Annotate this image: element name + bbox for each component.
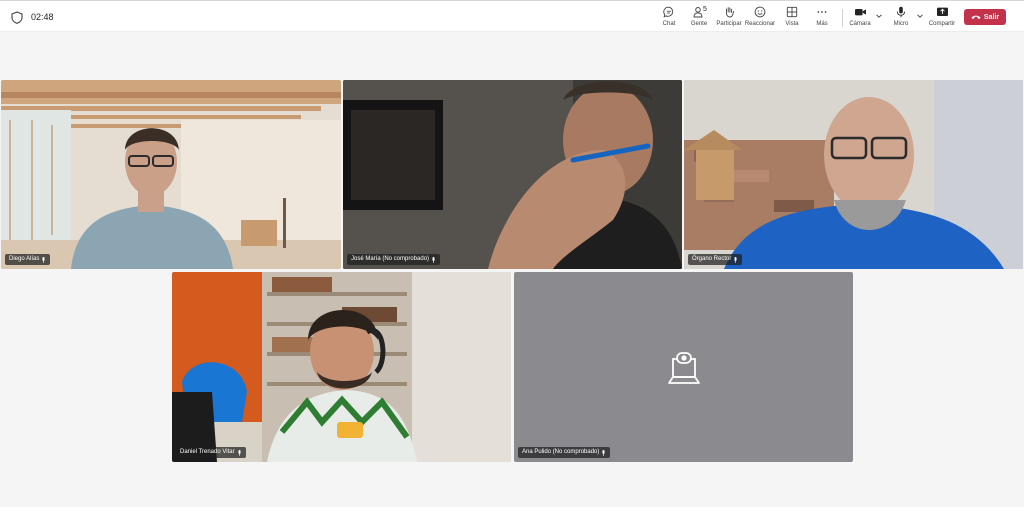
view-label: Vista bbox=[785, 21, 799, 27]
participant-video-feed bbox=[172, 272, 511, 462]
leave-label: Salir bbox=[983, 13, 1000, 21]
leave-button[interactable]: Salir bbox=[964, 9, 1006, 25]
chat-button[interactable]: Chat bbox=[659, 5, 679, 31]
more-button[interactable]: Más bbox=[812, 5, 832, 31]
share-screen-icon bbox=[936, 7, 948, 16]
participant-name: Ana Pulido (No comprobado) bbox=[522, 449, 600, 455]
camera-button[interactable]: Cámara bbox=[849, 5, 871, 31]
more-label: Más bbox=[816, 21, 828, 27]
meeting-toolbar: 02:48 Chat 5 Gente Participar Reaccionar bbox=[0, 0, 1024, 32]
participant-name: José María (No comprobado) bbox=[351, 256, 430, 262]
people-button[interactable]: 5 Gente bbox=[688, 5, 710, 31]
chat-icon bbox=[663, 6, 674, 18]
participant-name: Órgano Rector bbox=[692, 256, 732, 262]
microphone-icon bbox=[734, 256, 737, 263]
toolbar-divider bbox=[842, 9, 843, 27]
participant-video-feed bbox=[684, 80, 1023, 269]
camera-icon bbox=[854, 9, 866, 16]
view-button[interactable]: Vista bbox=[782, 5, 802, 31]
participant-video-tile[interactable]: José María (No comprobado) bbox=[343, 80, 682, 269]
mic-button[interactable]: Micro bbox=[891, 5, 911, 31]
microphone-icon bbox=[432, 256, 435, 263]
participant-video-tile[interactable]: Diego Alías bbox=[1, 80, 341, 269]
mic-options-chevron-down-icon[interactable] bbox=[916, 12, 924, 20]
microphone-icon bbox=[897, 6, 905, 18]
participant-camera-off-tile[interactable]: Ana Pulido (No comprobado) bbox=[514, 272, 853, 462]
camera-label: Cámara bbox=[849, 21, 871, 27]
mic-label: Micro bbox=[893, 21, 909, 27]
smiley-icon bbox=[754, 6, 766, 18]
people-label: Gente bbox=[690, 21, 708, 27]
hand-icon bbox=[726, 7, 735, 18]
participant-name-tag: Diego Alías bbox=[5, 254, 51, 265]
microphone-icon bbox=[42, 256, 45, 263]
participant-name-tag: Órgano Rector bbox=[688, 254, 743, 265]
participant-video-tile[interactable]: Daniel Trenado Vitar bbox=[172, 272, 511, 462]
camera-off-icon bbox=[668, 352, 700, 384]
participant-video-tile[interactable]: Órgano Rector bbox=[684, 80, 1023, 269]
chat-label: Chat bbox=[662, 21, 676, 27]
participant-video-feed bbox=[1, 80, 341, 269]
react-button[interactable]: Reaccionar bbox=[745, 5, 775, 31]
react-label: Reaccionar bbox=[744, 21, 776, 27]
participant-name-tag: José María (No comprobado) bbox=[347, 254, 441, 265]
shield-icon bbox=[11, 11, 23, 24]
people-count: 5 bbox=[703, 6, 707, 13]
microphone-icon bbox=[238, 449, 241, 456]
grid-view-icon bbox=[786, 6, 798, 18]
participant-name-tag: Daniel Trenado Vitar bbox=[176, 447, 246, 458]
meeting-timer: 02:48 bbox=[31, 12, 54, 22]
more-icon bbox=[817, 11, 827, 13]
hang-up-icon bbox=[971, 15, 981, 19]
participant-video-feed bbox=[343, 80, 682, 269]
microphone-icon bbox=[602, 449, 605, 456]
participant-name: Diego Alías bbox=[9, 256, 40, 262]
raise-hand-button[interactable]: Participar bbox=[716, 5, 742, 31]
participant-name-tag: Ana Pulido (No comprobado) bbox=[518, 447, 611, 458]
raise-hand-label: Participar bbox=[716, 21, 742, 27]
participant-name: Daniel Trenado Vitar bbox=[180, 449, 235, 455]
share-button[interactable]: Compartir bbox=[929, 5, 955, 31]
camera-options-chevron-down-icon[interactable] bbox=[875, 12, 883, 20]
share-label: Compartir bbox=[928, 21, 956, 27]
